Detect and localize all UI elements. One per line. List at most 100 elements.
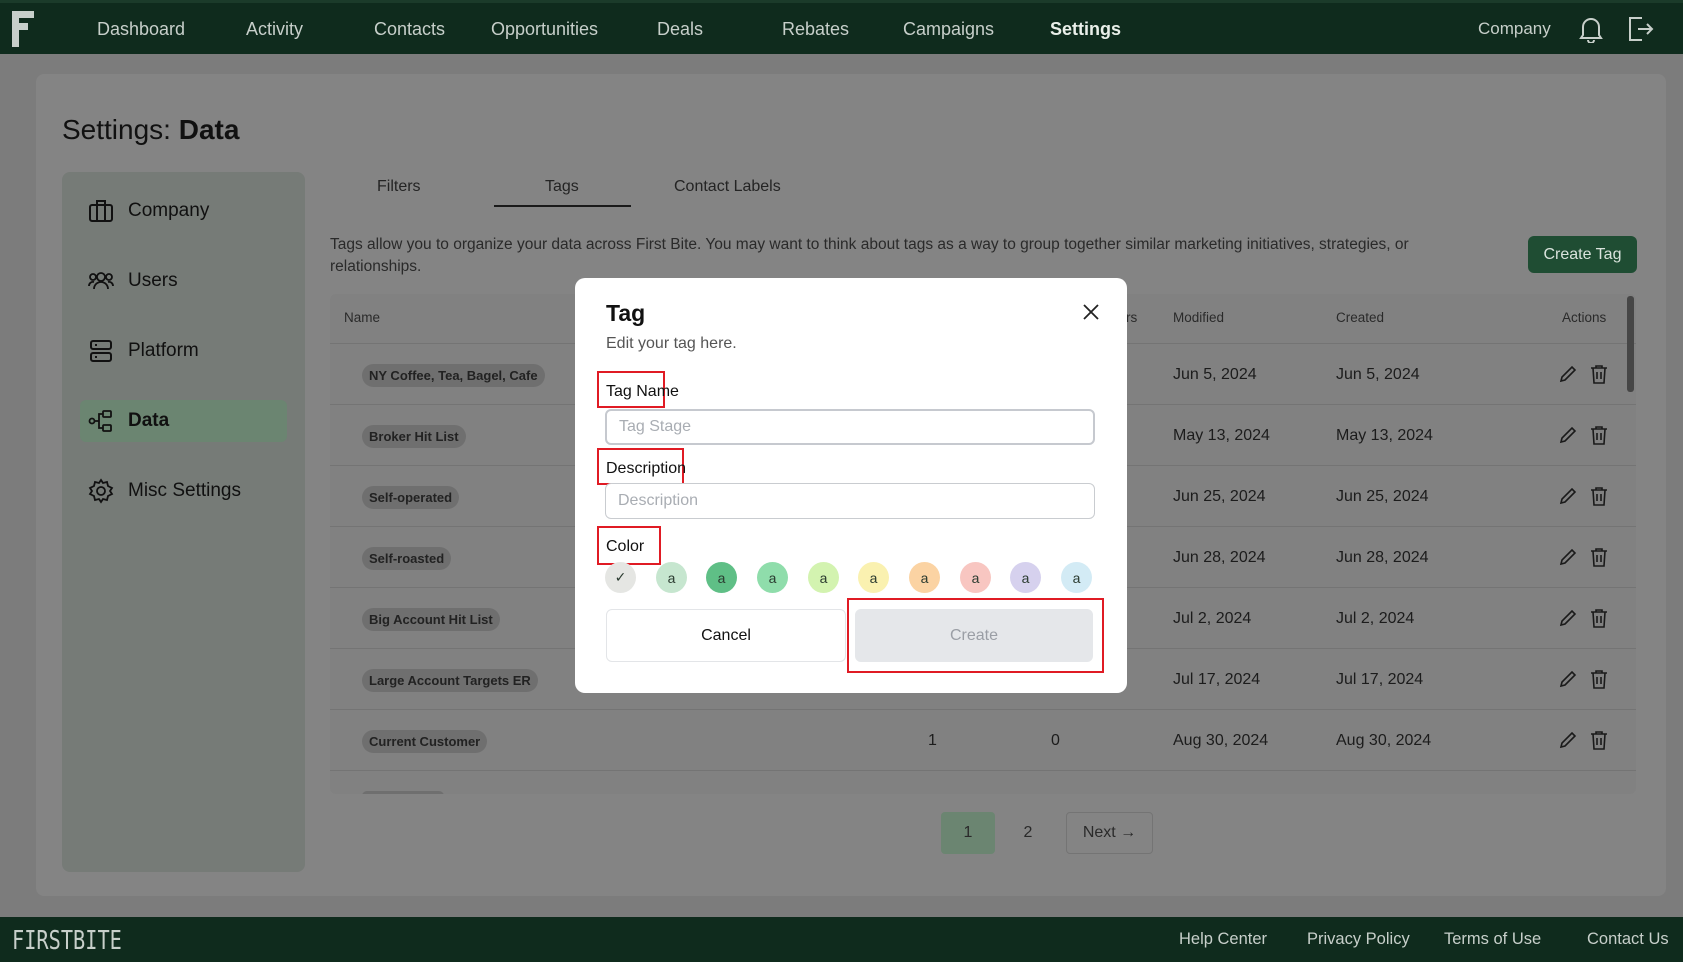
sidebar-item-company[interactable]: Company (80, 190, 287, 232)
created-date: Jul 17, 2024 (1336, 671, 1424, 688)
cancel-button[interactable]: Cancel (606, 609, 846, 662)
sidebar-item-label: Platform (128, 340, 199, 361)
edit-icon[interactable] (1558, 364, 1578, 384)
modal-title: Tag (606, 300, 646, 326)
nav-campaigns[interactable]: Campaigns (903, 19, 994, 40)
color-swatch[interactable]: a (909, 562, 940, 593)
edit-icon[interactable] (1558, 730, 1578, 750)
active-tab-indicator (494, 205, 631, 207)
column-header-users[interactable]: rs (1126, 310, 1137, 325)
modified-date: Jul 17, 2024 (1173, 671, 1261, 688)
tag-chip: Self-operated (362, 486, 460, 509)
created-date: May 13, 2024 (1336, 427, 1433, 444)
app-logo-icon[interactable] (12, 11, 34, 47)
tag-modal: Tag Edit your tag here. Tag Name Descrip… (575, 278, 1127, 693)
count-cell: 1 (928, 732, 937, 749)
trash-icon[interactable] (1590, 669, 1608, 689)
tab-contact-labels[interactable]: Contact Labels (674, 178, 781, 196)
sidebar-item-data[interactable]: Data (80, 400, 287, 442)
created-date: Jul 2, 2024 (1336, 610, 1415, 627)
nav-rebates[interactable]: Rebates (782, 19, 849, 40)
description-input[interactable] (605, 483, 1095, 519)
count-cell: 0 (1051, 732, 1060, 749)
table-row[interactable] (330, 770, 1636, 794)
footer-contact-us[interactable]: Contact Us (1587, 930, 1669, 949)
tab-filters[interactable]: Filters (377, 178, 421, 196)
nav-contacts[interactable]: Contacts (374, 19, 445, 40)
sidebar-item-label: Company (128, 200, 210, 221)
nav-dashboard[interactable]: Dashboard (97, 19, 185, 40)
color-label: Color (606, 538, 645, 555)
briefcase-icon (89, 200, 113, 222)
footer-terms-of-use[interactable]: Terms of Use (1444, 930, 1541, 949)
create-button[interactable]: Create (855, 609, 1093, 662)
sidebar-item-platform[interactable]: Platform (80, 330, 287, 372)
create-tag-button[interactable]: Create Tag (1528, 236, 1637, 273)
server-icon (90, 340, 112, 362)
sidebar-item-users[interactable]: Users (80, 260, 287, 302)
color-swatch[interactable]: a (858, 562, 889, 593)
footer-help-center[interactable]: Help Center (1179, 930, 1267, 949)
column-header-modified[interactable]: Modified (1173, 310, 1224, 325)
edit-icon[interactable] (1558, 547, 1578, 567)
footer-privacy-policy[interactable]: Privacy Policy (1307, 930, 1410, 949)
trash-icon[interactable] (1590, 364, 1608, 384)
footer-logo: FIRSTBITE (12, 926, 122, 956)
tag-chip: Big Account Hit List (362, 608, 500, 631)
nav-opportunities[interactable]: Opportunities (491, 19, 598, 40)
tag-name-label: Tag Name (606, 383, 679, 400)
trash-icon[interactable] (1590, 730, 1608, 750)
color-swatch[interactable]: a (1061, 562, 1092, 593)
nav-deals[interactable]: Deals (657, 19, 703, 40)
modified-date: Aug 30, 2024 (1173, 732, 1269, 749)
table-scrollbar[interactable] (1627, 296, 1634, 392)
nav-settings[interactable]: Settings (1050, 19, 1121, 40)
sidebar-item-misc-settings[interactable]: Misc Settings (80, 470, 287, 512)
next-page-button[interactable]: Next → (1066, 812, 1153, 854)
sidebar-item-label: Users (128, 270, 178, 291)
table-row[interactable]: Current Customer 1 0 Aug 30, 2024 Aug 30… (330, 709, 1636, 770)
color-swatch[interactable]: a (656, 562, 687, 593)
company-menu[interactable]: Company (1478, 19, 1551, 39)
column-header-created[interactable]: Created (1336, 310, 1384, 325)
tags-intro-text: Tags allow you to organize your data acr… (330, 236, 1409, 275)
tab-tags[interactable]: Tags (545, 178, 579, 196)
modified-date: Jun 25, 2024 (1173, 488, 1266, 505)
page-1-button[interactable]: 1 (941, 812, 995, 854)
modified-date: Jul 2, 2024 (1173, 610, 1252, 627)
edit-icon[interactable] (1558, 608, 1578, 628)
edit-icon[interactable] (1558, 425, 1578, 445)
edit-icon[interactable] (1558, 486, 1578, 506)
modified-date: May 13, 2024 (1173, 427, 1270, 444)
logout-icon[interactable] (1626, 15, 1654, 43)
trash-icon[interactable] (1590, 486, 1608, 506)
color-swatch[interactable]: a (706, 562, 737, 593)
column-header-name[interactable]: Name (344, 310, 380, 325)
modal-subtitle: Edit your tag here. (606, 335, 737, 352)
trash-icon[interactable] (1590, 425, 1608, 445)
created-date: Aug 30, 2024 (1336, 732, 1432, 749)
created-date: Jun 25, 2024 (1336, 488, 1429, 505)
tag-name-input[interactable] (605, 409, 1095, 445)
page-2-button[interactable]: 2 (1012, 812, 1044, 854)
edit-icon[interactable] (1558, 669, 1578, 689)
trash-icon[interactable] (1590, 547, 1608, 567)
color-swatch[interactable]: a (960, 562, 991, 593)
users-icon (88, 272, 114, 290)
color-swatch[interactable]: a (1010, 562, 1041, 593)
gear-icon (88, 478, 114, 504)
created-date: Jun 5, 2024 (1336, 366, 1420, 383)
data-icon (88, 410, 112, 432)
created-date: Jun 28, 2024 (1336, 549, 1429, 566)
tag-chip: NY Coffee, Tea, Bagel, Cafe (362, 364, 545, 387)
trash-icon[interactable] (1590, 608, 1608, 628)
close-icon[interactable] (1081, 302, 1101, 322)
color-swatch-selected[interactable]: ✓ (605, 562, 636, 593)
bell-icon[interactable] (1578, 15, 1604, 43)
color-swatch[interactable]: a (808, 562, 839, 593)
tag-chip: Broker Hit List (362, 425, 466, 448)
color-swatch[interactable]: a (757, 562, 788, 593)
footer: FIRSTBITE Help Center Privacy Policy Ter… (0, 917, 1683, 962)
nav-activity[interactable]: Activity (246, 19, 303, 40)
tag-chip: Self-roasted (362, 547, 452, 570)
